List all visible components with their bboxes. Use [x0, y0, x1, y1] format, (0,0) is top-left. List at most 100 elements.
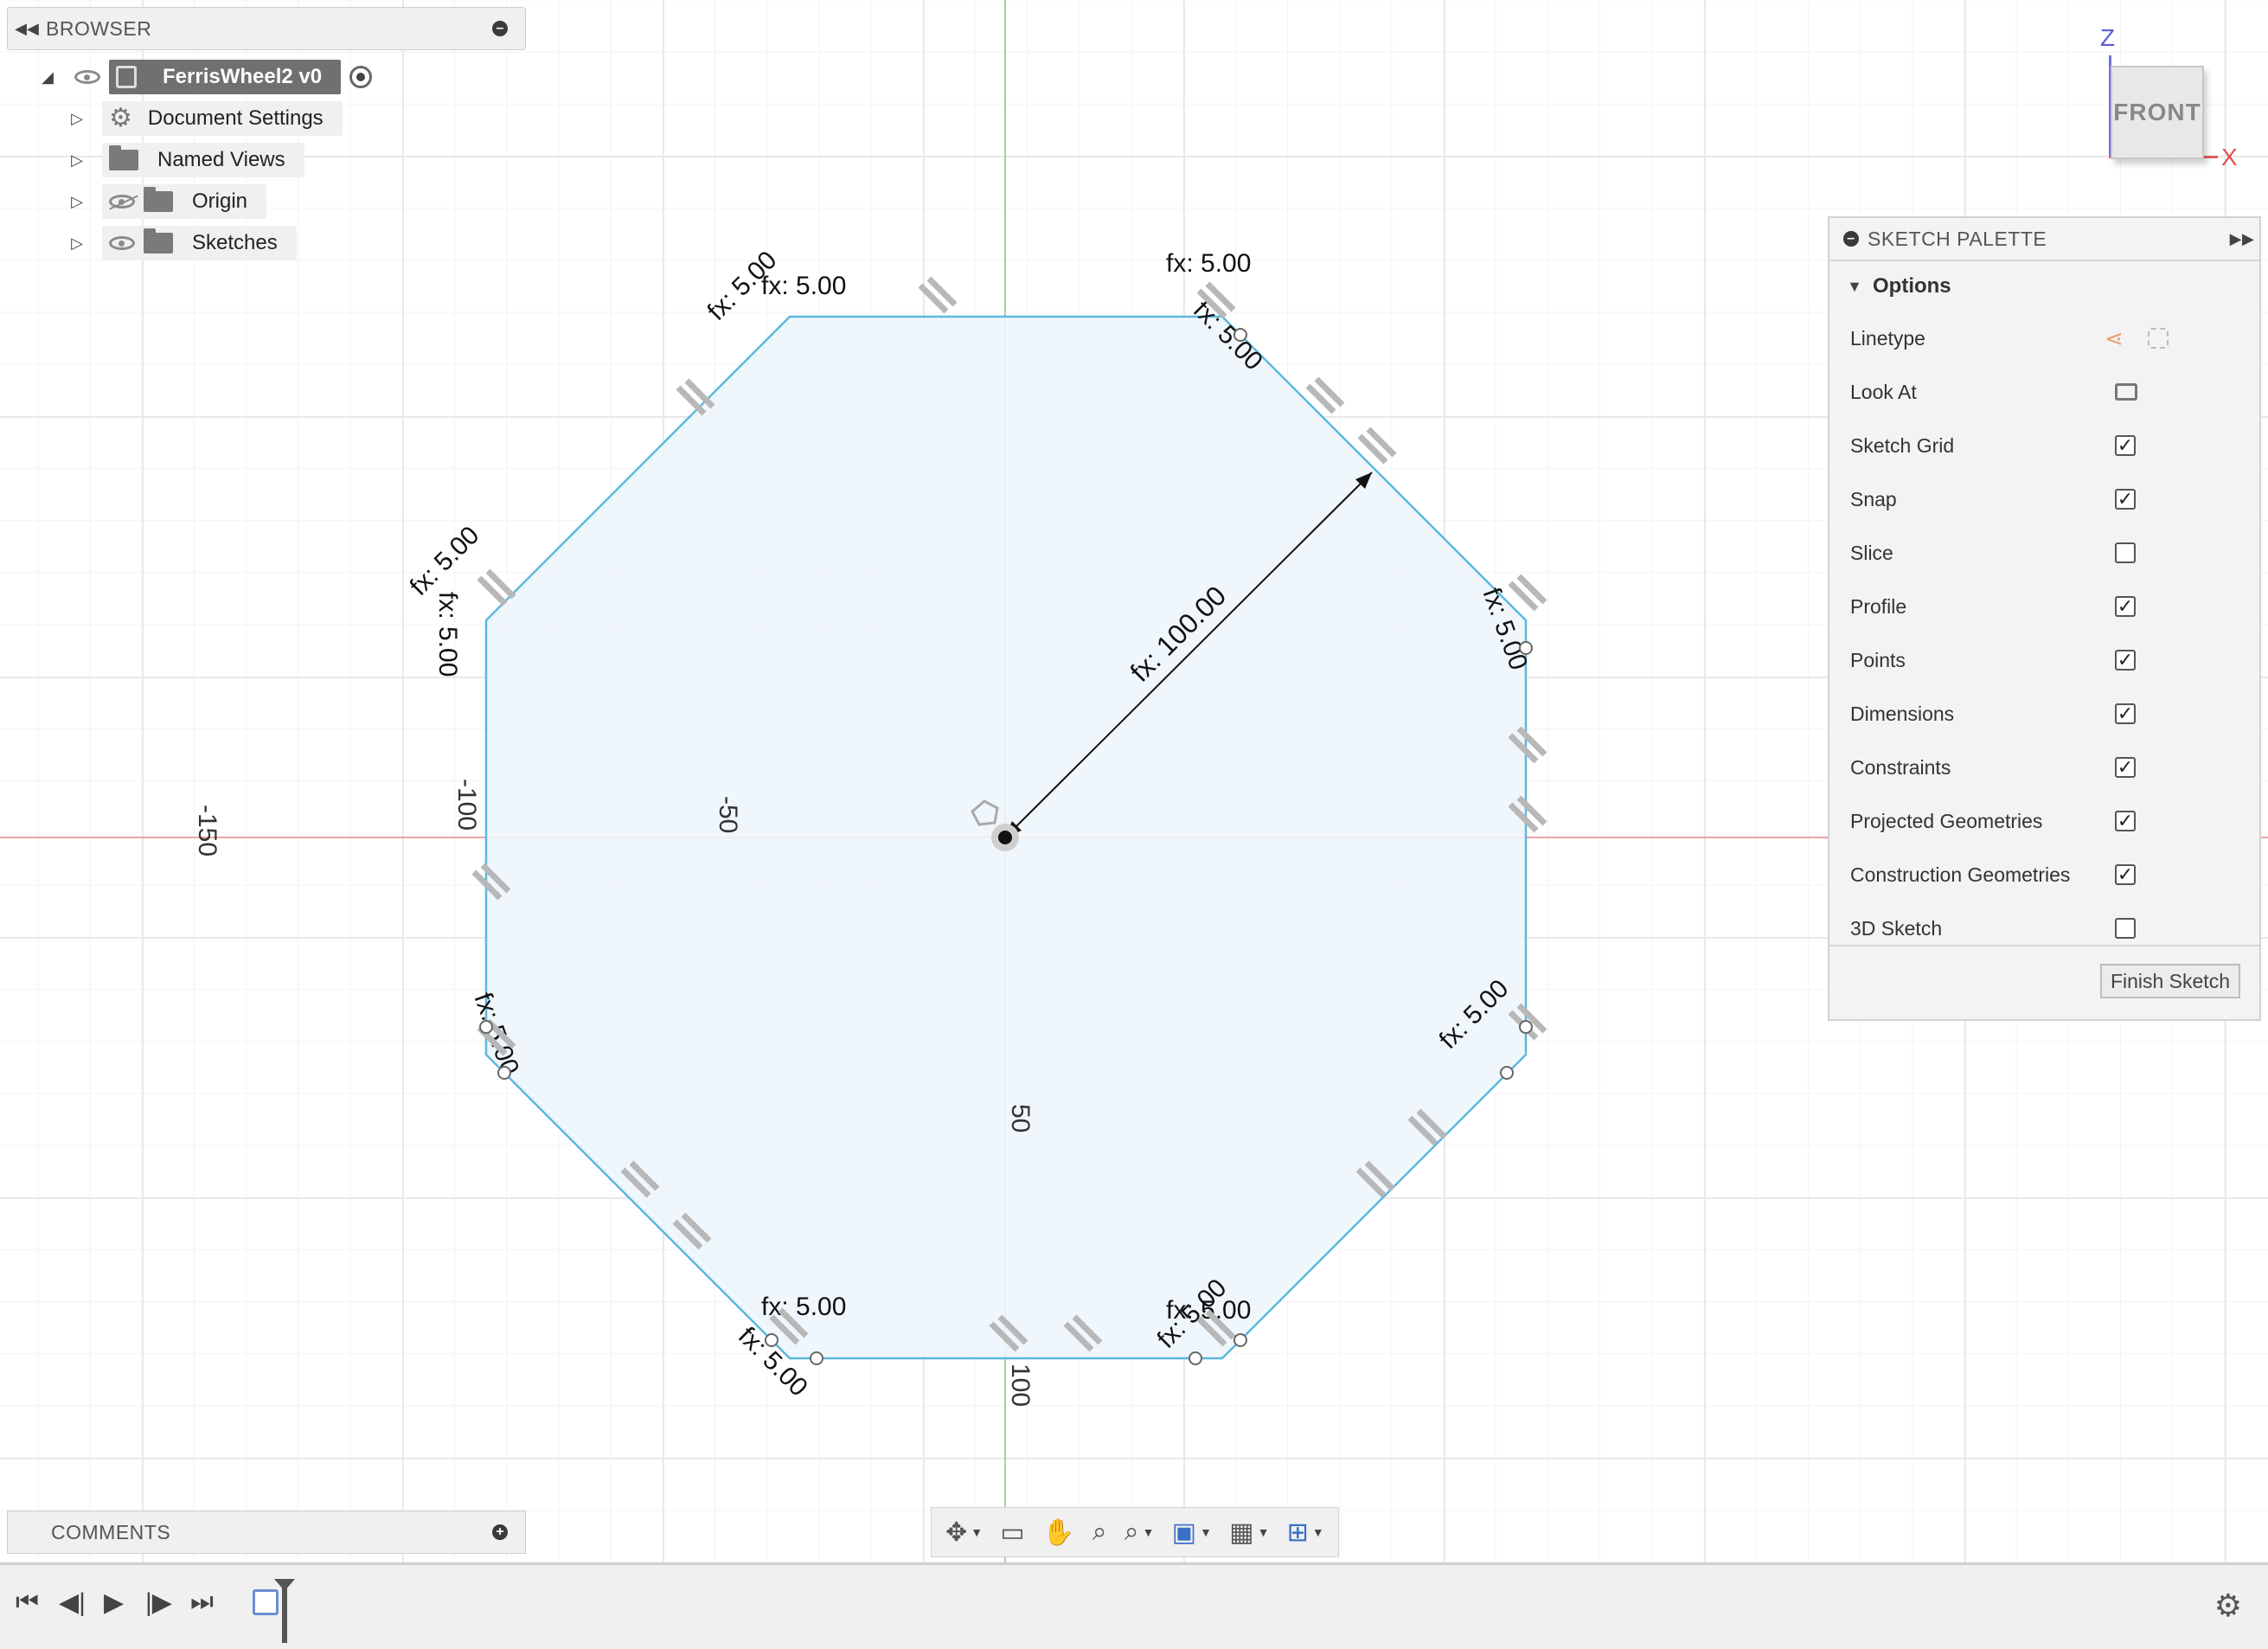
folder-icon: [109, 145, 138, 170]
dimensions-checkbox[interactable]: ✓: [2115, 703, 2136, 724]
browser-item-named-views[interactable]: ▷ Named Views: [66, 142, 304, 178]
folder-icon: [144, 187, 173, 212]
look-at-icon[interactable]: ▭: [1000, 1517, 1024, 1548]
go-to-start-icon[interactable]: ⏮: [16, 1588, 39, 1617]
sketch-point: [1188, 1351, 1202, 1365]
timeline-marker[interactable]: [282, 1584, 287, 1643]
grid-label-neg150: -150: [193, 805, 221, 857]
profile-checkbox[interactable]: ✓: [2115, 596, 2136, 617]
collapsed-triangle-icon[interactable]: ▷: [66, 110, 88, 128]
option-label: Look At: [1850, 380, 1917, 403]
pin-icon[interactable]: –: [492, 21, 508, 36]
slice-checkbox[interactable]: [2115, 542, 2136, 563]
construction-linetype-icon[interactable]: ⋖: [2105, 325, 2124, 352]
grid-label-50: 50: [1006, 1104, 1035, 1132]
view-cube[interactable]: Z X FRONT: [2076, 24, 2249, 171]
sketch-palette-header[interactable]: – SKETCH PALETTE ▶▶: [1829, 218, 2259, 261]
expanded-triangle-icon[interactable]: ◢: [36, 68, 59, 87]
grid-label-100: 100: [1006, 1363, 1035, 1407]
sketch-point: [765, 1333, 778, 1347]
comments-panel-header[interactable]: COMMENTS +: [7, 1511, 526, 1554]
sketch-point: [1519, 641, 1533, 655]
center-point-dot: [998, 831, 1012, 844]
visibility-eye-icon[interactable]: [74, 70, 100, 84]
component-icon: [116, 66, 137, 88]
browser-item-document-settings[interactable]: ▷ ⚙ Document Settings: [66, 100, 343, 137]
sketch-point: [497, 1066, 511, 1080]
option-row-look-at: Look At: [1829, 365, 2259, 419]
option-row-sketch-grid: Sketch Grid ✓: [1829, 419, 2259, 472]
play-icon[interactable]: ▶: [104, 1588, 124, 1618]
3d-sketch-checkbox[interactable]: [2115, 918, 2136, 939]
folder-icon: [144, 228, 173, 253]
option-label: Constraints: [1850, 755, 1951, 779]
sketch-point: [1500, 1066, 1514, 1080]
document-settings-node[interactable]: ⚙ Document Settings: [102, 101, 343, 136]
options-section-header[interactable]: ▼ Options: [1829, 261, 2259, 311]
step-back-icon[interactable]: ◀|: [59, 1588, 86, 1618]
root-label: FerrisWheel2 v0: [163, 65, 323, 88]
option-label: Projected Geometries: [1850, 809, 2043, 832]
option-row-points: Points ✓: [1829, 633, 2259, 687]
option-row-dimensions: Dimensions ✓: [1829, 687, 2259, 741]
option-label: Snap: [1850, 487, 1897, 510]
options-triangle-icon[interactable]: ▼: [1843, 278, 1866, 296]
finish-sketch-button[interactable]: Finish Sketch: [2099, 964, 2240, 998]
browser-panel-header[interactable]: ◀◀ BROWSER –: [7, 7, 526, 50]
navigation-toolbar: ✥ ▼ ▭ ✋ ⌕ ⌕ ▼ ▣ ▼ ▦ ▼ ⊞ ▼: [931, 1507, 1339, 1557]
origin-node[interactable]: Origin: [102, 184, 267, 219]
go-to-end-icon[interactable]: ⏭: [190, 1588, 214, 1617]
collapse-palette-icon[interactable]: –: [1843, 231, 1859, 247]
browser-root-row[interactable]: ◢ FerrisWheel2 v0: [36, 59, 373, 95]
sketch-point: [479, 1020, 493, 1034]
sketch-point: [810, 1351, 823, 1365]
zoom-icon[interactable]: ⌕: [1092, 1517, 1107, 1547]
expand-palette-icon[interactable]: ▶▶: [2225, 230, 2259, 248]
sketch-palette-footer: Finish Sketch: [1829, 945, 2259, 1019]
projected-geometries-checkbox[interactable]: ✓: [2115, 811, 2136, 831]
visibility-eye-icon[interactable]: [109, 236, 135, 250]
viewports-icon[interactable]: ⊞ ▼: [1287, 1517, 1324, 1548]
step-forward-icon[interactable]: |▶: [145, 1588, 172, 1618]
collapsed-triangle-icon[interactable]: ▷: [66, 234, 88, 253]
construction-geometries-checkbox[interactable]: ✓: [2115, 864, 2136, 885]
gear-icon[interactable]: ⚙: [2214, 1588, 2242, 1624]
sketch-point: [1519, 1020, 1533, 1034]
sketch-grid-checkbox[interactable]: ✓: [2115, 435, 2136, 456]
activate-radio-icon[interactable]: [349, 66, 373, 88]
pan-icon[interactable]: ✋: [1042, 1517, 1074, 1548]
options-label: Options: [1873, 274, 1951, 298]
option-row-slice: Slice: [1829, 526, 2259, 580]
centerline-linetype-icon[interactable]: [2148, 328, 2169, 349]
fillet-dimension-top-left[interactable]: fx: 5.00: [761, 272, 846, 300]
grid-settings-icon[interactable]: ▦ ▼: [1229, 1517, 1269, 1548]
browser-item-origin[interactable]: ▷ Origin: [66, 183, 267, 220]
orbit-icon[interactable]: ✥ ▼: [945, 1517, 983, 1548]
points-checkbox[interactable]: ✓: [2115, 650, 2136, 671]
sketch-point: [1233, 328, 1247, 342]
look-at-icon[interactable]: [2115, 383, 2137, 401]
snap-checkbox[interactable]: ✓: [2115, 489, 2136, 510]
named-views-node[interactable]: Named Views: [102, 143, 304, 177]
sketch-palette-title: SKETCH PALETTE: [1868, 227, 2047, 250]
fillet-dimension-left-upper[interactable]: fx: 5.00: [405, 521, 485, 601]
add-comment-icon[interactable]: +: [492, 1524, 508, 1540]
zoom-window-icon[interactable]: ⌕ ▼: [1124, 1517, 1155, 1547]
option-row-profile: Profile ✓: [1829, 580, 2259, 633]
collapsed-triangle-icon[interactable]: ▷: [66, 151, 88, 170]
constraint-mark: [918, 276, 958, 314]
hidden-eye-icon[interactable]: [109, 195, 135, 209]
display-settings-icon[interactable]: ▣ ▼: [1172, 1517, 1212, 1548]
collapsed-triangle-icon[interactable]: ▷: [66, 193, 88, 211]
browser-root-node[interactable]: FerrisWheel2 v0: [109, 60, 342, 94]
named-views-label: Named Views: [157, 148, 285, 171]
collapse-icon[interactable]: ◀◀: [8, 20, 46, 38]
sketches-node[interactable]: Sketches: [102, 226, 297, 260]
constraints-checkbox[interactable]: ✓: [2115, 757, 2136, 778]
option-row-projected-geometries: Projected Geometries ✓: [1829, 794, 2259, 848]
browser-item-sketches[interactable]: ▷ Sketches: [66, 225, 297, 261]
sketch-feature-icon[interactable]: [253, 1589, 279, 1615]
view-cube-front-face[interactable]: FRONT: [2111, 66, 2204, 159]
fillet-dimension-top-right[interactable]: fx: 5.00: [1166, 249, 1251, 278]
fillet-dimension-left-upper-vertical[interactable]: fx: 5.00: [433, 592, 462, 677]
